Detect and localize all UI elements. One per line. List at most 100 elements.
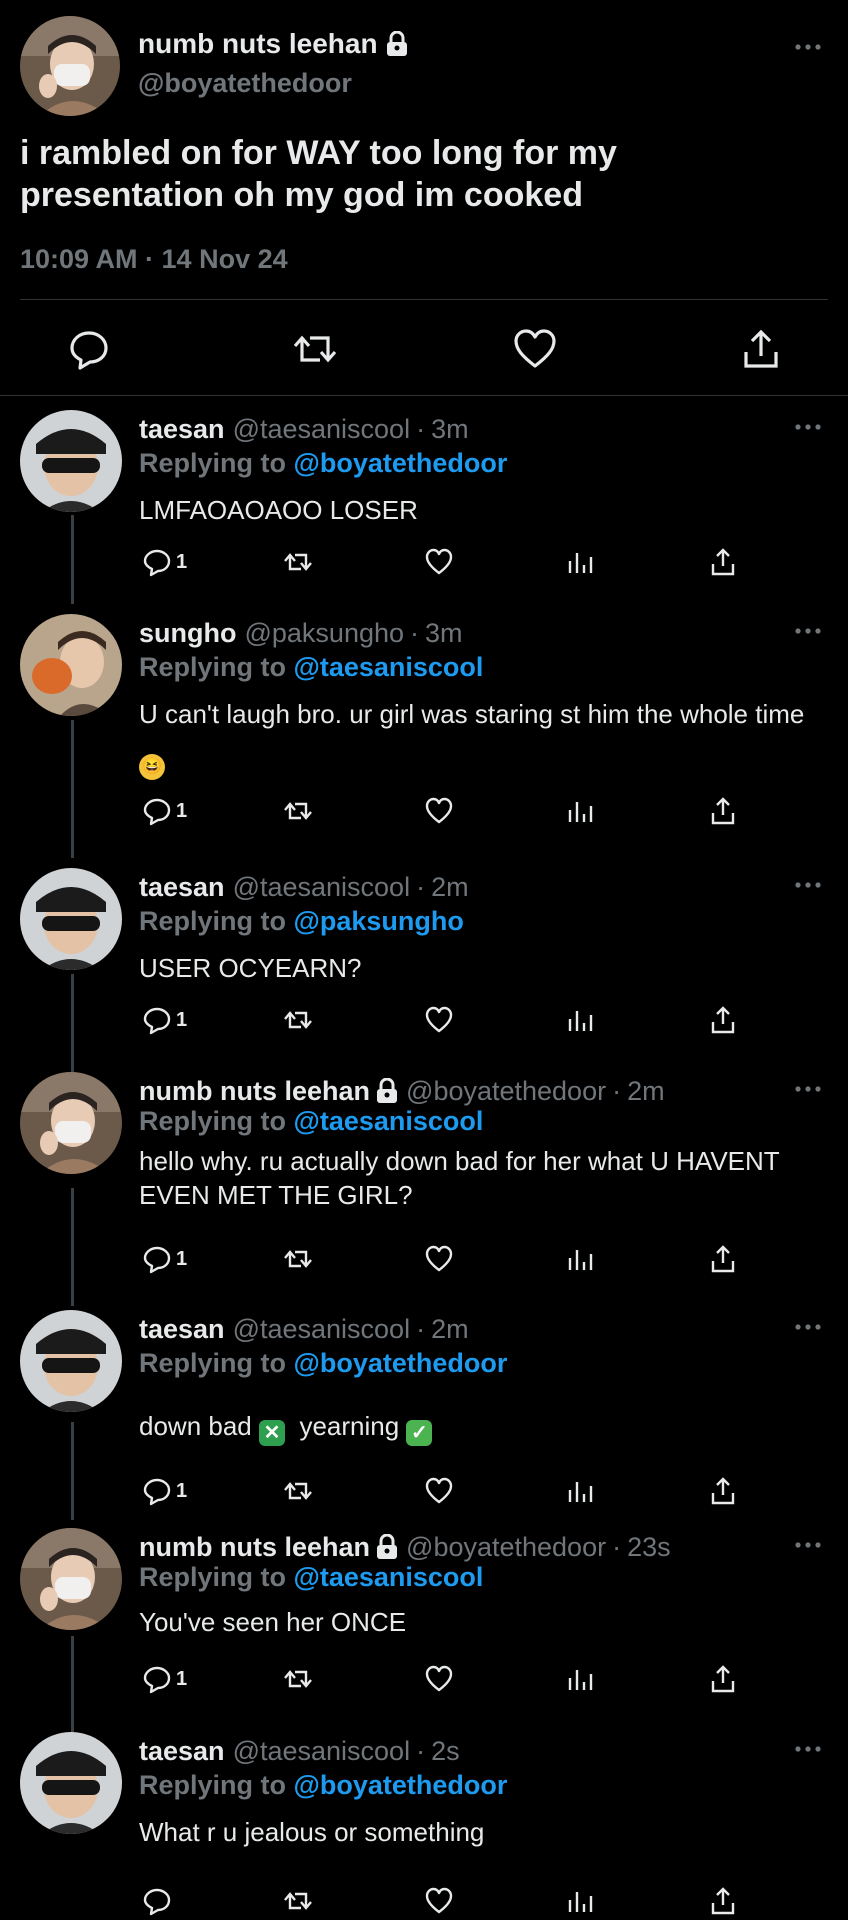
- like-action[interactable]: [424, 1884, 454, 1918]
- share-icon[interactable]: [738, 326, 784, 372]
- author-handle[interactable]: @boyatethedoor: [138, 68, 352, 99]
- like-icon[interactable]: [512, 326, 558, 372]
- analytics-action[interactable]: [566, 1662, 596, 1696]
- tweet-timestamp[interactable]: 10:09 AM · 14 Nov 24: [20, 244, 288, 275]
- author-handle[interactable]: @taesaniscool: [233, 414, 411, 445]
- author-handle[interactable]: @boyatethedoor: [406, 1532, 606, 1563]
- tweet-thread-page: numb nuts leehan @boyatethedoor i ramble…: [0, 0, 848, 1920]
- author-handle[interactable]: @taesaniscool: [233, 872, 411, 903]
- more-options-icon[interactable]: [792, 1084, 824, 1094]
- more-options-icon[interactable]: [792, 880, 824, 890]
- reply-action[interactable]: 1: [142, 1242, 187, 1276]
- retweet-action[interactable]: [283, 545, 313, 579]
- analytics-action[interactable]: [566, 1474, 596, 1508]
- mention-link[interactable]: @boyatethedoor: [294, 1770, 508, 1800]
- more-options-icon[interactable]: [792, 1744, 824, 1754]
- author-name[interactable]: numb nuts leehan: [139, 1076, 370, 1107]
- share-action[interactable]: [708, 1003, 738, 1037]
- analytics-action[interactable]: [566, 1242, 596, 1276]
- mention-link[interactable]: @taesaniscool: [294, 652, 484, 682]
- retweet-action[interactable]: [283, 1662, 313, 1696]
- reply-action[interactable]: 1: [142, 1003, 187, 1037]
- mention-link[interactable]: @taesaniscool: [294, 1106, 484, 1136]
- retweet-icon[interactable]: [292, 326, 338, 372]
- avatar[interactable]: [20, 1072, 122, 1174]
- avatar[interactable]: [20, 868, 122, 970]
- author-name[interactable]: numb nuts leehan: [139, 1532, 370, 1563]
- analytics-action[interactable]: [566, 1003, 596, 1037]
- author-handle[interactable]: @taesaniscool: [233, 1314, 411, 1345]
- retweet-action[interactable]: [283, 1474, 313, 1508]
- avatar[interactable]: [20, 1310, 122, 1412]
- reply-timestamp[interactable]: 3m: [431, 414, 469, 445]
- like-action[interactable]: [424, 545, 454, 579]
- reply-tweet[interactable]: sungho @paksungho · 3m Replying to @taes…: [0, 614, 848, 834]
- like-action[interactable]: [424, 794, 454, 828]
- more-options-icon[interactable]: [792, 1322, 824, 1332]
- share-action[interactable]: [708, 1884, 738, 1918]
- reply-icon: [143, 1888, 171, 1916]
- more-options-icon[interactable]: [792, 42, 824, 52]
- like-action[interactable]: [424, 1003, 454, 1037]
- reply-timestamp[interactable]: 2m: [627, 1076, 665, 1107]
- reply-tweet[interactable]: taesan @taesaniscool · 3m Replying to @b…: [0, 410, 848, 590]
- reply-tweet[interactable]: numb nuts leehan @boyatethedoor · 2m Rep…: [0, 1072, 848, 1274]
- retweet-action[interactable]: [283, 1884, 313, 1918]
- reply-action[interactable]: 1: [142, 794, 187, 828]
- author-name[interactable]: numb nuts leehan: [138, 28, 378, 60]
- share-action[interactable]: [708, 794, 738, 828]
- author-name[interactable]: taesan: [139, 414, 225, 445]
- reply-tweet[interactable]: taesan @taesaniscool · 2m Replying to @b…: [0, 1310, 848, 1506]
- author-name[interactable]: taesan: [139, 1314, 225, 1345]
- analytics-action[interactable]: [566, 1884, 596, 1918]
- more-options-icon[interactable]: [792, 1540, 824, 1550]
- reply-tweet[interactable]: taesan @taesaniscool · 2s Replying to @b…: [0, 1732, 848, 1916]
- replying-to-label: Replying to: [139, 906, 294, 936]
- mention-link[interactable]: @boyatethedoor: [294, 448, 508, 478]
- share-action[interactable]: [708, 1474, 738, 1508]
- like-action[interactable]: [424, 1662, 454, 1696]
- mention-link[interactable]: @taesaniscool: [294, 1562, 484, 1592]
- share-icon: [711, 1006, 735, 1034]
- more-options-icon[interactable]: [792, 626, 824, 636]
- mention-link[interactable]: @boyatethedoor: [294, 1348, 508, 1378]
- reply-action[interactable]: 1: [142, 545, 187, 579]
- avatar[interactable]: [20, 410, 122, 512]
- avatar[interactable]: [20, 1528, 122, 1630]
- share-action[interactable]: [708, 1242, 738, 1276]
- author-handle[interactable]: @paksungho: [244, 618, 404, 649]
- retweet-action[interactable]: [283, 1003, 313, 1037]
- reply-timestamp[interactable]: 2m: [431, 1314, 469, 1345]
- retweet-action[interactable]: [283, 794, 313, 828]
- share-action[interactable]: [708, 1662, 738, 1696]
- reply-tweet[interactable]: numb nuts leehan @boyatethedoor · 23s Re…: [0, 1528, 848, 1708]
- analytics-action[interactable]: [566, 794, 596, 828]
- reply-action[interactable]: [142, 1884, 176, 1918]
- author-name[interactable]: sungho: [139, 618, 236, 649]
- reply-timestamp[interactable]: 2m: [431, 872, 469, 903]
- share-action[interactable]: [708, 545, 738, 579]
- like-action[interactable]: [424, 1242, 454, 1276]
- reply-icon[interactable]: [66, 326, 112, 372]
- reply-timestamp[interactable]: 23s: [627, 1532, 671, 1563]
- replying-to-label: Replying to: [139, 1106, 294, 1136]
- avatar[interactable]: [20, 1732, 122, 1834]
- reply-tweet[interactable]: taesan @taesaniscool · 2m Replying to @p…: [0, 868, 848, 1048]
- author-name[interactable]: taesan: [139, 1736, 225, 1767]
- retweet-action[interactable]: [283, 1242, 313, 1276]
- reply-timestamp[interactable]: 3m: [425, 618, 463, 649]
- mention-link[interactable]: @paksungho: [294, 906, 464, 936]
- reply-timestamp[interactable]: 2s: [431, 1736, 460, 1767]
- like-icon: [425, 797, 453, 824]
- avatar[interactable]: [20, 16, 120, 116]
- author-handle[interactable]: @boyatethedoor: [406, 1076, 606, 1107]
- reply-action[interactable]: 1: [142, 1662, 187, 1696]
- reply-action[interactable]: 1: [142, 1474, 187, 1508]
- avatar[interactable]: [20, 614, 122, 716]
- author-name[interactable]: taesan: [139, 872, 225, 903]
- analytics-action[interactable]: [566, 545, 596, 579]
- reply-icon: [143, 798, 171, 826]
- more-options-icon[interactable]: [792, 422, 824, 432]
- like-action[interactable]: [424, 1474, 454, 1508]
- author-handle[interactable]: @taesaniscool: [233, 1736, 411, 1767]
